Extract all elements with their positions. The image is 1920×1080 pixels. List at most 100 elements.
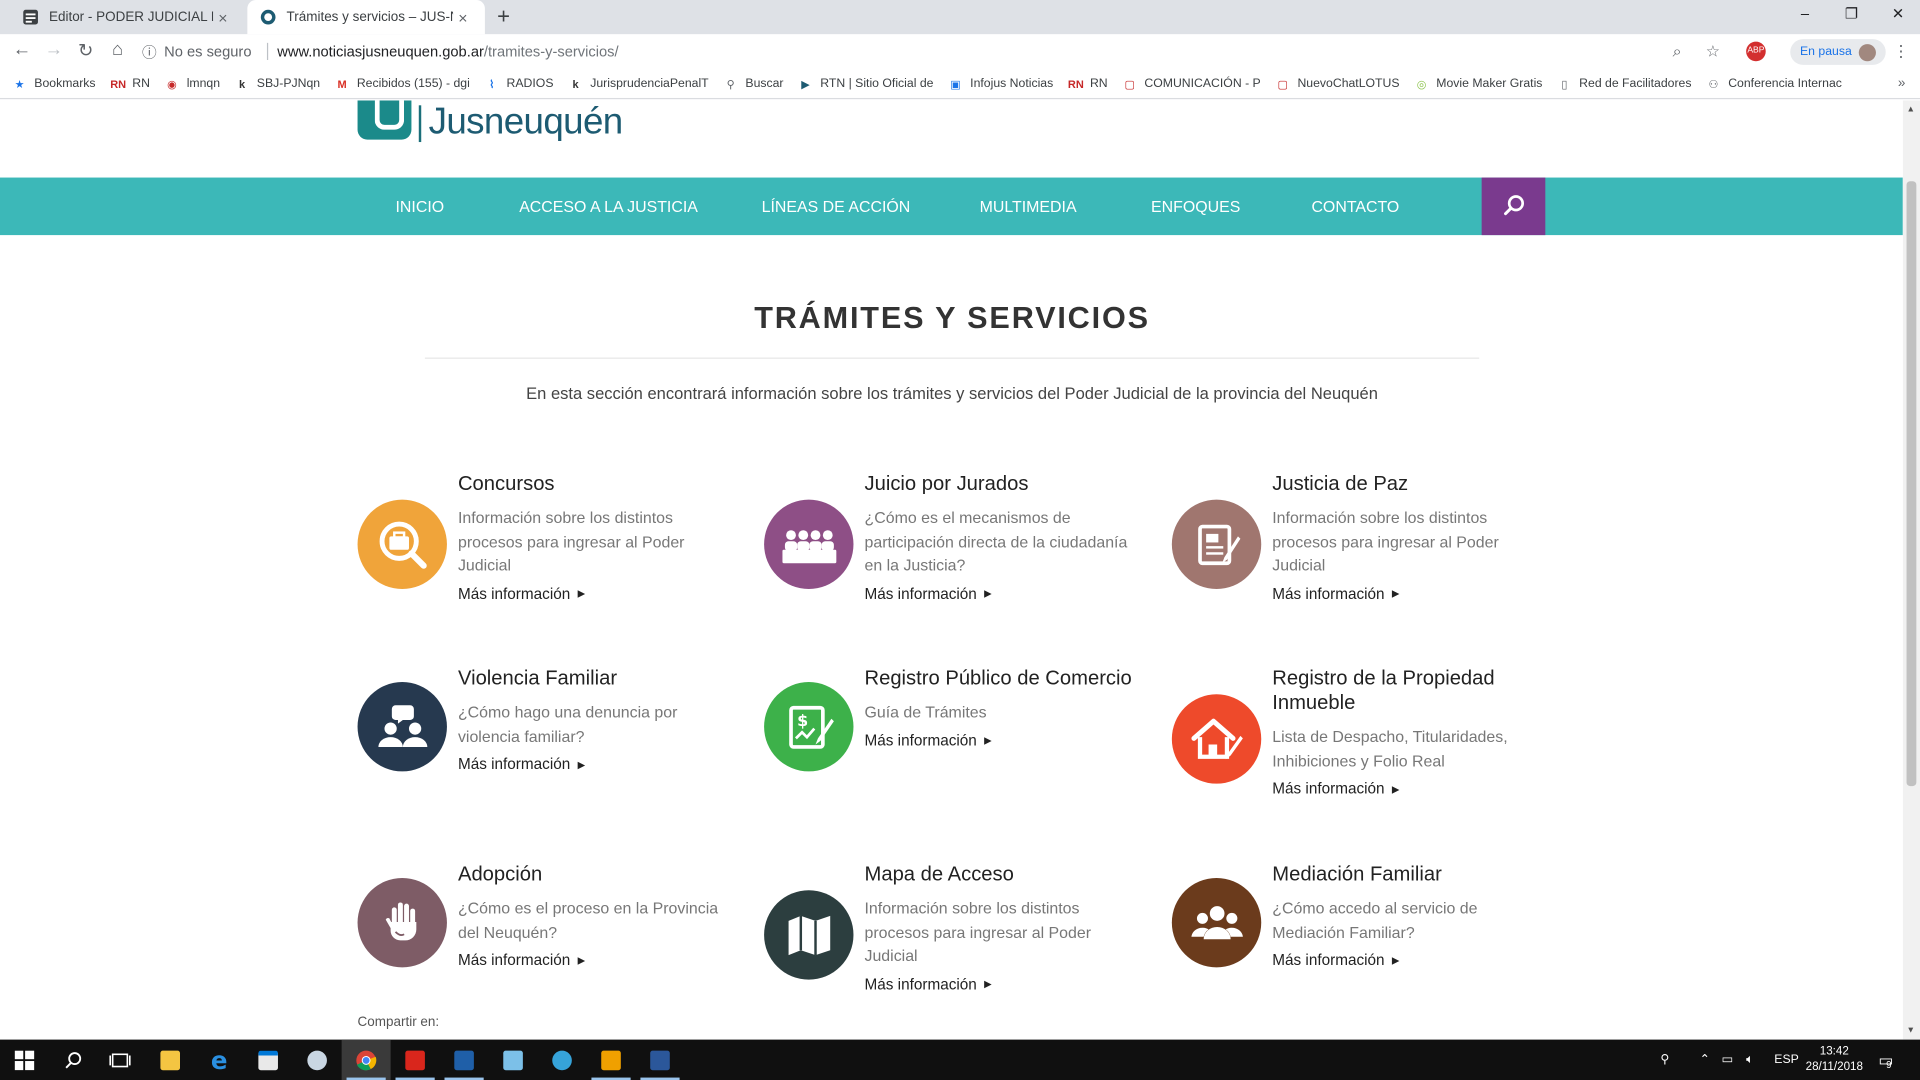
close-window-button[interactable]: ✕ bbox=[1873, 5, 1920, 22]
card-title[interactable]: Registro Público de Comercio bbox=[864, 666, 1140, 690]
address-bar[interactable]: ⓘ No es seguro www.noticiasjusneuquen.go… bbox=[142, 38, 1734, 65]
forward-icon[interactable]: → bbox=[42, 39, 66, 60]
bookmark-item[interactable]: ▢ COMUNICACIÓN - P bbox=[1122, 77, 1260, 92]
more-info-link[interactable]: Más información ▶ bbox=[1272, 585, 1548, 602]
hands-icon[interactable] bbox=[357, 877, 447, 968]
more-info-link[interactable]: Más información ▶ bbox=[458, 951, 734, 968]
card-title[interactable]: Violencia Familiar bbox=[458, 666, 734, 690]
more-info-label: Más información bbox=[864, 584, 977, 602]
app-icon[interactable] bbox=[440, 1040, 489, 1080]
site-search-button[interactable] bbox=[1481, 177, 1546, 236]
zoom-icon[interactable]: ⌕ bbox=[1673, 42, 1682, 62]
card-title[interactable]: Mediación Familiar bbox=[1272, 862, 1548, 886]
chrome-icon[interactable] bbox=[341, 1039, 391, 1080]
bookmark-item[interactable]: ▢ NuevoChatLOTUS bbox=[1275, 77, 1400, 92]
info-icon[interactable]: ⓘ bbox=[142, 41, 157, 62]
card-title[interactable]: Registro de la Propiedad Inmueble bbox=[1272, 666, 1548, 715]
store-icon[interactable] bbox=[244, 1040, 293, 1080]
bookmark-star-icon[interactable]: ☆ bbox=[1706, 42, 1720, 62]
bookmarks-overflow-button[interactable]: » bbox=[1898, 76, 1906, 91]
house-pen-icon[interactable] bbox=[1171, 694, 1262, 784]
bookmark-item[interactable]: k JurisprudenciaPenalT bbox=[568, 77, 708, 92]
outlook-icon[interactable] bbox=[587, 1040, 636, 1080]
acrobat-icon[interactable] bbox=[391, 1040, 440, 1080]
start-icon[interactable] bbox=[0, 1040, 49, 1080]
clock[interactable]: 13:42 28/11/2018 bbox=[1805, 1043, 1864, 1075]
scroll-down-icon[interactable]: ▼ bbox=[1907, 1026, 1915, 1035]
more-info-link[interactable]: Más información ▶ bbox=[1272, 780, 1548, 797]
bookmark-item[interactable]: ⚲ Buscar bbox=[723, 77, 784, 92]
more-info-link[interactable]: Más información ▶ bbox=[864, 732, 1140, 749]
card-title[interactable]: Concursos bbox=[458, 471, 734, 495]
profile-button[interactable]: En pausa bbox=[1790, 39, 1887, 65]
bookmark-item[interactable]: ▯ Red de Facilitadores bbox=[1557, 77, 1691, 92]
scroll-up-icon[interactable]: ▲ bbox=[1907, 105, 1915, 114]
bookmark-item[interactable]: M Recibidos (155) - dgi bbox=[335, 77, 470, 92]
tab-editor[interactable]: Editor - PODER JUDICIAL DE NEU × bbox=[10, 0, 245, 34]
bookmark-item[interactable]: ◎ Movie Maker Gratis bbox=[1414, 77, 1543, 92]
card-title[interactable]: Adopción bbox=[458, 862, 734, 886]
document-pen-icon[interactable] bbox=[1171, 499, 1262, 589]
site-logo[interactable]: Jusneuquén bbox=[357, 100, 623, 144]
volume-icon[interactable]: 🔈︎ bbox=[1746, 1040, 1753, 1080]
page-scrollbar[interactable]: ▲ ▼ bbox=[1902, 100, 1920, 1040]
nav-lineas-de-accion[interactable]: LÍNEAS DE ACCIÓN bbox=[762, 178, 911, 236]
card-title[interactable]: Juicio por Jurados bbox=[864, 471, 1140, 495]
more-info-link[interactable]: Más información ▶ bbox=[458, 585, 734, 602]
chevron-up-icon[interactable]: ⌃ bbox=[1700, 1040, 1710, 1080]
rn-logo: RN bbox=[1067, 77, 1084, 91]
family-icon[interactable] bbox=[1171, 877, 1262, 968]
file-explorer-icon[interactable] bbox=[146, 1040, 195, 1080]
people-chat-icon[interactable] bbox=[357, 682, 447, 772]
network-icon[interactable]: ▭ bbox=[1722, 1040, 1734, 1080]
new-tab-button[interactable]: + bbox=[497, 4, 510, 30]
card-title[interactable]: Mapa de Acceso bbox=[864, 862, 1140, 886]
bookmark-item[interactable]: RN RN bbox=[110, 77, 150, 92]
bookmark-item[interactable]: ▣ Infojus Noticias bbox=[948, 77, 1053, 92]
adblock-icon[interactable]: ABP bbox=[1746, 41, 1766, 62]
nav-multimedia[interactable]: MULTIMEDIA bbox=[980, 178, 1077, 236]
tab-tramites[interactable]: Trámites y servicios – JUS-NQN × bbox=[247, 0, 485, 35]
bookmark-item[interactable]: RN RN bbox=[1068, 77, 1108, 92]
bookmark-item[interactable]: k SBJ-PJNqn bbox=[235, 77, 320, 92]
scrollbar-thumb[interactable] bbox=[1906, 181, 1917, 787]
bookmark-item[interactable]: ⌇ RADIOS bbox=[485, 77, 553, 92]
people-icon[interactable]: ⚲ bbox=[1660, 1040, 1669, 1080]
menu-icon[interactable]: ⋮ bbox=[1893, 42, 1909, 62]
close-tab-icon[interactable]: × bbox=[453, 8, 473, 26]
bookmark-item[interactable]: ⚇ Conferencia Internac bbox=[1706, 77, 1842, 92]
nav-inicio[interactable]: INICIO bbox=[396, 178, 445, 236]
bookmark-item[interactable]: ▶ RTN | Sitio Oficial de bbox=[798, 77, 933, 92]
more-info-label: Más información bbox=[457, 584, 571, 602]
bookmark-item[interactable]: ★ Bookmarks bbox=[12, 77, 96, 92]
magnifier-briefcase-icon[interactable] bbox=[357, 499, 447, 589]
notifications-icon[interactable]: ▭ 9 bbox=[1878, 1040, 1893, 1080]
home-icon[interactable]: ⌂ bbox=[105, 39, 129, 60]
more-info-link[interactable]: Más información ▶ bbox=[458, 756, 734, 773]
reload-icon[interactable]: ↻ bbox=[73, 39, 97, 61]
edge-icon[interactable]: e bbox=[195, 1040, 244, 1080]
more-info-link[interactable]: Más información ▶ bbox=[864, 585, 1140, 602]
nav-enfoques[interactable]: ENFOQUES bbox=[1151, 178, 1240, 236]
card-description: Información sobre los distintos procesos… bbox=[864, 898, 1092, 965]
more-info-link[interactable]: Más información ▶ bbox=[864, 975, 1140, 992]
minimize-button[interactable]: – bbox=[1780, 5, 1829, 22]
nav-acceso-a-la-justicia[interactable]: ACCESO A LA JUSTICIA bbox=[519, 178, 698, 236]
more-info-link[interactable]: Más información ▶ bbox=[1272, 951, 1548, 968]
nav-contacto[interactable]: CONTACTO bbox=[1311, 178, 1399, 236]
jury-icon[interactable] bbox=[764, 499, 854, 589]
maximize-button[interactable]: ❐ bbox=[1827, 5, 1876, 22]
search-icon[interactable] bbox=[49, 1040, 98, 1080]
app-icon[interactable] bbox=[489, 1040, 538, 1080]
language-indicator[interactable]: ESP bbox=[1774, 1040, 1799, 1080]
map-icon[interactable] bbox=[764, 890, 854, 980]
close-tab-icon[interactable]: × bbox=[213, 8, 233, 26]
app-icon[interactable] bbox=[538, 1040, 587, 1080]
back-icon[interactable]: ← bbox=[10, 39, 34, 60]
card-title[interactable]: Justicia de Paz bbox=[1272, 471, 1548, 495]
money-document-icon[interactable]: $ bbox=[764, 682, 854, 772]
word-icon[interactable] bbox=[636, 1040, 685, 1080]
task-view-icon[interactable] bbox=[96, 1040, 145, 1080]
app-icon[interactable] bbox=[293, 1040, 342, 1080]
bookmark-item[interactable]: ◉ lmnqn bbox=[165, 77, 220, 92]
